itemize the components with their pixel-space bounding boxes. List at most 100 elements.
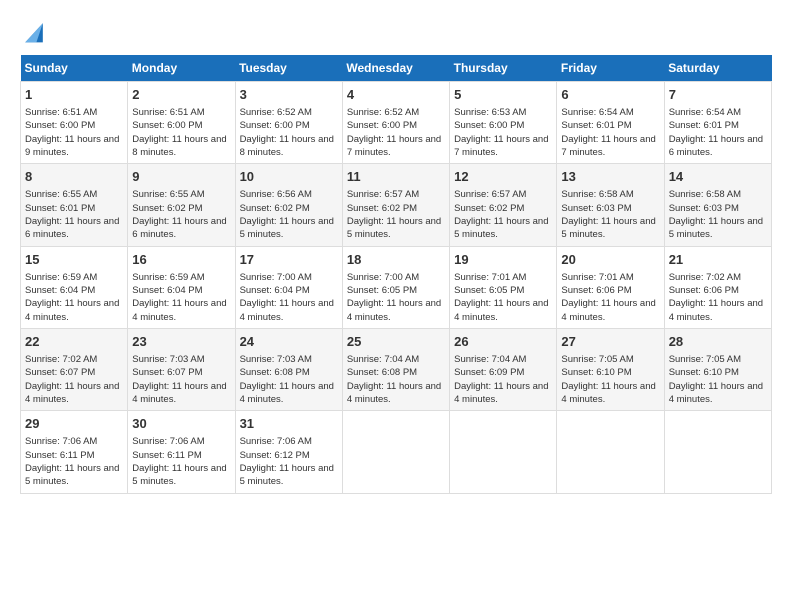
sunset-text: Sunset: 6:02 PM [240, 203, 310, 214]
day-number: 21 [669, 251, 767, 269]
sunset-text: Sunset: 6:04 PM [25, 285, 95, 296]
logo [20, 20, 46, 45]
calendar-cell: 11Sunrise: 6:57 AMSunset: 6:02 PMDayligh… [342, 164, 449, 246]
sunrise-text: Sunrise: 7:06 AM [25, 436, 97, 447]
sunset-text: Sunset: 6:00 PM [240, 120, 310, 131]
calendar-cell: 19Sunrise: 7:01 AMSunset: 6:05 PMDayligh… [450, 246, 557, 328]
col-header-tuesday: Tuesday [235, 55, 342, 82]
sunrise-text: Sunrise: 6:59 AM [25, 272, 97, 283]
calendar-cell: 26Sunrise: 7:04 AMSunset: 6:09 PMDayligh… [450, 328, 557, 410]
day-number: 28 [669, 333, 767, 351]
calendar-week-row: 8Sunrise: 6:55 AMSunset: 6:01 PMDaylight… [21, 164, 772, 246]
calendar-cell [557, 411, 664, 493]
calendar-cell: 2Sunrise: 6:51 AMSunset: 6:00 PMDaylight… [128, 81, 235, 163]
sunset-text: Sunset: 6:04 PM [240, 285, 310, 296]
daylight-text: Daylight: 11 hours and 4 minutes. [454, 298, 548, 322]
daylight-text: Daylight: 11 hours and 4 minutes. [132, 381, 226, 405]
calendar-week-row: 22Sunrise: 7:02 AMSunset: 6:07 PMDayligh… [21, 328, 772, 410]
daylight-text: Daylight: 11 hours and 6 minutes. [669, 134, 763, 158]
day-number: 2 [132, 86, 230, 104]
day-number: 18 [347, 251, 445, 269]
sunrise-text: Sunrise: 7:03 AM [132, 354, 204, 365]
daylight-text: Daylight: 11 hours and 8 minutes. [132, 134, 226, 158]
daylight-text: Daylight: 11 hours and 5 minutes. [669, 216, 763, 240]
sunset-text: Sunset: 6:00 PM [132, 120, 202, 131]
col-header-monday: Monday [128, 55, 235, 82]
calendar-cell: 23 Sunrise: 7:03 AM Sunset: 6:07 PM Dayligh… [128, 328, 235, 410]
page-header [20, 20, 772, 45]
calendar-cell: 14Sunrise: 6:58 AMSunset: 6:03 PMDayligh… [664, 164, 771, 246]
day-number: 6 [561, 86, 659, 104]
sunrise-text: Sunrise: 6:58 AM [669, 189, 741, 200]
sunset-text: Sunset: 6:07 PM [132, 367, 202, 378]
sunrise-text: Sunrise: 7:06 AM [240, 436, 312, 447]
sunset-text: Sunset: 6:05 PM [454, 285, 524, 296]
calendar-cell: 10Sunrise: 6:56 AMSunset: 6:02 PMDayligh… [235, 164, 342, 246]
sunrise-text: Sunrise: 7:01 AM [561, 272, 633, 283]
calendar-cell: 31Sunrise: 7:06 AMSunset: 6:12 PMDayligh… [235, 411, 342, 493]
daylight-text: Daylight: 11 hours and 5 minutes. [240, 463, 334, 487]
sunset-text: Sunset: 6:04 PM [132, 285, 202, 296]
col-header-wednesday: Wednesday [342, 55, 449, 82]
sunset-text: Sunset: 6:00 PM [454, 120, 524, 131]
logo-icon [22, 20, 46, 44]
calendar-cell: 22Sunrise: 7:02 AMSunset: 6:07 PMDayligh… [21, 328, 128, 410]
daylight-text: Daylight: 11 hours and 7 minutes. [347, 134, 441, 158]
day-number: 15 [25, 251, 123, 269]
daylight-text: Daylight: 11 hours and 4 minutes. [240, 298, 334, 322]
day-number: 16 [132, 251, 230, 269]
sunset-text: Sunset: 6:01 PM [561, 120, 631, 131]
day-number: 22 [25, 333, 123, 351]
daylight-text: Daylight: 11 hours and 6 minutes. [25, 216, 119, 240]
calendar-cell: 18Sunrise: 7:00 AMSunset: 6:05 PMDayligh… [342, 246, 449, 328]
sunrise-text: Sunrise: 6:53 AM [454, 107, 526, 118]
calendar-cell: 13Sunrise: 6:58 AMSunset: 6:03 PMDayligh… [557, 164, 664, 246]
sunset-text: Sunset: 6:05 PM [347, 285, 417, 296]
sunrise-text: Sunrise: 6:57 AM [454, 189, 526, 200]
sunrise-text: Sunrise: 7:04 AM [454, 354, 526, 365]
sunset-text: Sunset: 6:01 PM [669, 120, 739, 131]
calendar-cell: 30Sunrise: 7:06 AMSunset: 6:11 PMDayligh… [128, 411, 235, 493]
col-header-friday: Friday [557, 55, 664, 82]
day-number: 25 [347, 333, 445, 351]
sunrise-text: Sunrise: 7:01 AM [454, 272, 526, 283]
daylight-text: Daylight: 11 hours and 7 minutes. [454, 134, 548, 158]
col-header-saturday: Saturday [664, 55, 771, 82]
calendar-cell [342, 411, 449, 493]
calendar-cell: 16Sunrise: 6:59 AMSunset: 6:04 PMDayligh… [128, 246, 235, 328]
calendar-week-row: 15 Sunrise: 6:59 AM Sunset: 6:04 PM Dayligh… [21, 246, 772, 328]
day-number: 3 [240, 86, 338, 104]
calendar-cell: 28Sunrise: 7:05 AMSunset: 6:10 PMDayligh… [664, 328, 771, 410]
day-number: 13 [561, 168, 659, 186]
logo-text [20, 20, 46, 49]
day-number: 27 [561, 333, 659, 351]
calendar-week-row: 1Sunrise: 6:51 AMSunset: 6:00 PMDaylight… [21, 81, 772, 163]
sunset-text: Sunset: 6:10 PM [669, 367, 739, 378]
sunset-text: Sunset: 6:01 PM [25, 203, 95, 214]
sunset-text: Sunset: 6:07 PM [25, 367, 95, 378]
day-number: 10 [240, 168, 338, 186]
calendar-cell: 7Sunrise: 6:54 AMSunset: 6:01 PMDaylight… [664, 81, 771, 163]
calendar-cell: 27Sunrise: 7:05 AMSunset: 6:10 PMDayligh… [557, 328, 664, 410]
sunrise-text: Sunrise: 6:52 AM [347, 107, 419, 118]
calendar-header-row: SundayMondayTuesdayWednesdayThursdayFrid… [21, 55, 772, 82]
calendar-cell: 9Sunrise: 6:55 AMSunset: 6:02 PMDaylight… [128, 164, 235, 246]
day-number: 24 [240, 333, 338, 351]
sunrise-text: Sunrise: 6:56 AM [240, 189, 312, 200]
day-number: 14 [669, 168, 767, 186]
sunrise-text: Sunrise: 6:59 AM [132, 272, 204, 283]
sunset-text: Sunset: 6:08 PM [240, 367, 310, 378]
sunrise-text: Sunrise: 6:58 AM [561, 189, 633, 200]
day-number: 30 [132, 415, 230, 433]
calendar-cell: 6Sunrise: 6:54 AMSunset: 6:01 PMDaylight… [557, 81, 664, 163]
sunset-text: Sunset: 6:08 PM [347, 367, 417, 378]
col-header-thursday: Thursday [450, 55, 557, 82]
sunrise-text: Sunrise: 6:54 AM [669, 107, 741, 118]
daylight-text: Daylight: 11 hours and 7 minutes. [561, 134, 655, 158]
calendar-cell [664, 411, 771, 493]
daylight-text: Daylight: 11 hours and 4 minutes. [240, 381, 334, 405]
sunset-text: Sunset: 6:11 PM [132, 450, 202, 461]
day-number: 23 [132, 333, 230, 351]
sunrise-text: Sunrise: 7:05 AM [561, 354, 633, 365]
calendar-cell: 24Sunrise: 7:03 AMSunset: 6:08 PMDayligh… [235, 328, 342, 410]
